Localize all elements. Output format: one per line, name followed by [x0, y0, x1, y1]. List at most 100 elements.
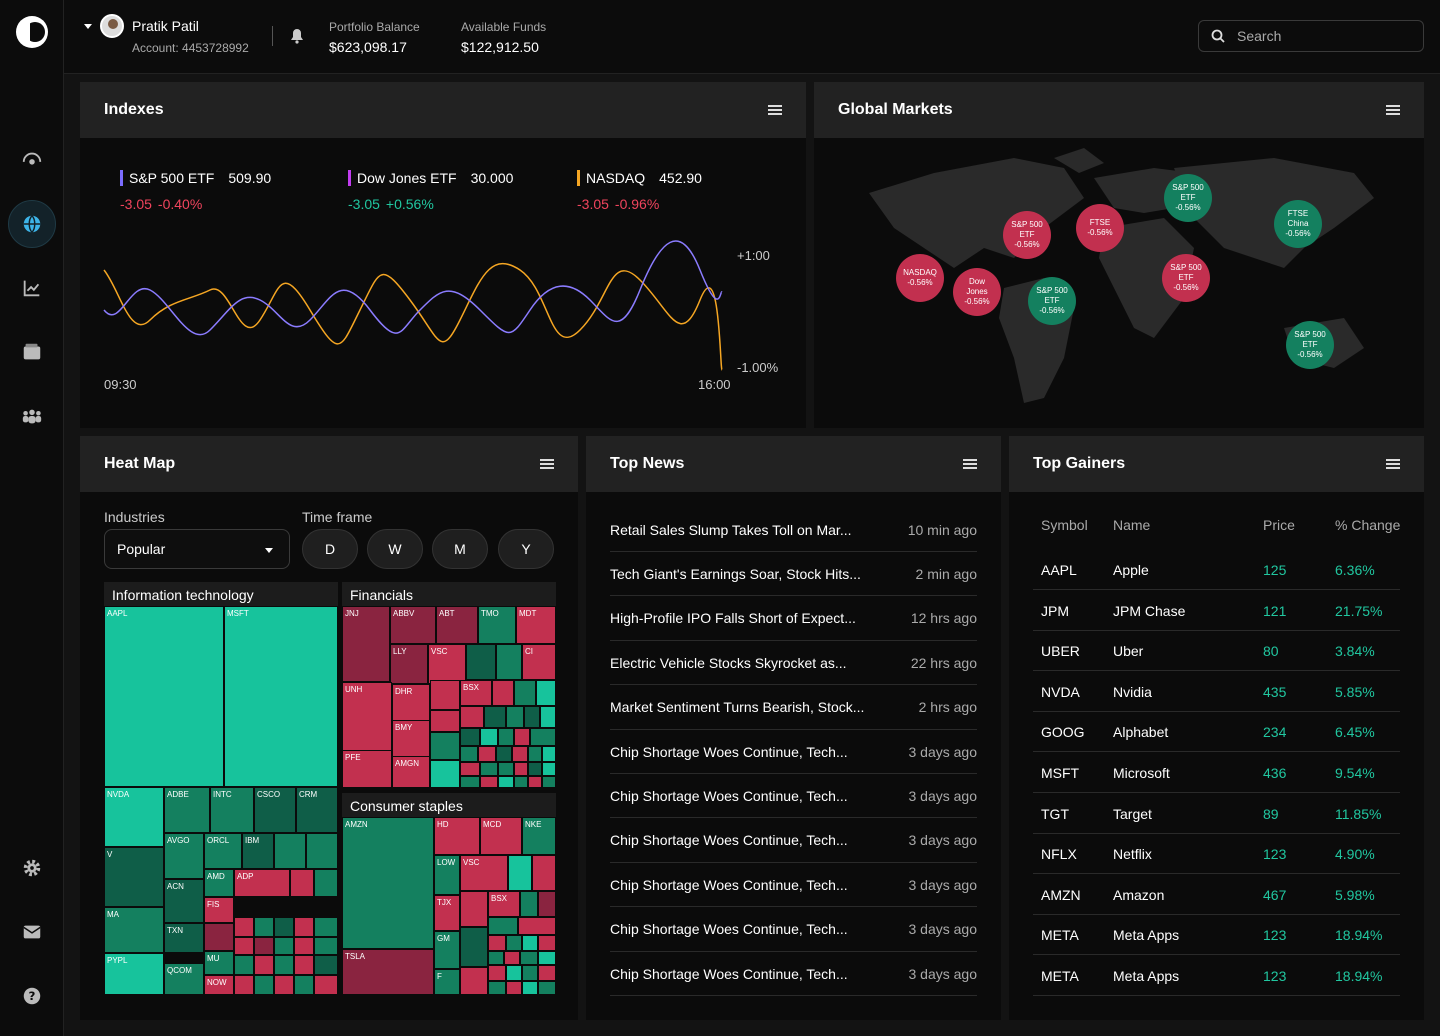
- heatmap-tile[interactable]: [460, 706, 484, 728]
- heatmap-tile[interactable]: [538, 891, 556, 917]
- index-item[interactable]: Dow Jones ETF 30.000 -3.05 +0.56%: [348, 170, 513, 212]
- bell-icon[interactable]: [290, 28, 304, 49]
- menu-icon[interactable]: [963, 459, 977, 469]
- heatmap-tile[interactable]: LLY: [390, 644, 428, 684]
- heatmap-tile[interactable]: GM: [434, 931, 460, 969]
- heatmap-tile[interactable]: [430, 760, 460, 788]
- heatmap-tile[interactable]: [506, 935, 522, 951]
- heatmap-tile[interactable]: CRM: [296, 787, 338, 833]
- heatmap-tile[interactable]: [430, 710, 460, 732]
- heatmap-tile[interactable]: [314, 955, 338, 975]
- heatmap-tile[interactable]: [314, 869, 338, 897]
- table-row[interactable]: META Meta Apps 123 18.94%: [1033, 956, 1400, 996]
- market-marker[interactable]: NASDAQ -0.56%: [896, 254, 944, 302]
- heatmap-tile[interactable]: [512, 746, 528, 762]
- heatmap-tile[interactable]: [538, 935, 556, 951]
- news-headline[interactable]: Chip Shortage Woes Continue, Tech...: [610, 788, 848, 804]
- heatmap-tile[interactable]: TXN: [164, 923, 204, 953]
- heatmap-tile[interactable]: [430, 680, 460, 710]
- heatmap-tile[interactable]: [496, 644, 522, 680]
- heatmap-tile[interactable]: CI: [522, 644, 556, 680]
- table-row[interactable]: MSFT Microsoft 436 9.54%: [1033, 753, 1400, 793]
- heatmap-tile[interactable]: INTC: [210, 787, 254, 833]
- heatmap-tile[interactable]: [480, 728, 498, 746]
- heatmap-tile[interactable]: [528, 776, 542, 788]
- heatmap-tile[interactable]: NOW: [204, 975, 234, 995]
- heatmap-tile[interactable]: [234, 975, 254, 995]
- heatmap-tile[interactable]: AVGO: [164, 833, 204, 879]
- heatmap-tile[interactable]: [254, 917, 274, 937]
- heatmap-tile[interactable]: AMZN: [342, 817, 434, 949]
- heatmap-tile[interactable]: [480, 762, 498, 776]
- heatmap-tile[interactable]: [480, 776, 498, 788]
- heatmap-tile[interactable]: [538, 981, 556, 995]
- timeframe-y[interactable]: Y: [498, 529, 554, 569]
- heatmap-tile[interactable]: [524, 706, 540, 728]
- heatmap-tile[interactable]: ADBE: [164, 787, 210, 833]
- market-marker[interactable]: S&P 500 ETF -0.56%: [1162, 254, 1210, 302]
- heatmap-tile[interactable]: TMO: [478, 606, 516, 644]
- heatmap-tile[interactable]: [532, 855, 556, 891]
- news-item[interactable]: Market Sentiment Turns Bearish, Stock...…: [610, 686, 977, 730]
- heatmap-tile[interactable]: [274, 955, 294, 975]
- news-item[interactable]: Chip Shortage Woes Continue, Tech... 3 da…: [610, 774, 977, 819]
- heatmap-tile[interactable]: MU: [204, 951, 234, 975]
- heatmap-tile[interactable]: [274, 975, 294, 995]
- heatmap-tile[interactable]: PFE: [342, 750, 392, 788]
- heatmap-tile[interactable]: VSC: [428, 644, 466, 684]
- heatmap-tile[interactable]: [254, 975, 274, 995]
- menu-icon[interactable]: [768, 105, 782, 115]
- news-item[interactable]: Tech Giant's Earnings Soar, Stock Hits..…: [610, 552, 977, 597]
- chart-icon[interactable]: [8, 264, 56, 312]
- heatmap-tile[interactable]: [460, 927, 488, 967]
- heatmap-tile[interactable]: BMY: [392, 720, 430, 758]
- heatmap-tile[interactable]: [488, 917, 518, 935]
- heatmap-tile[interactable]: [430, 732, 460, 760]
- market-marker[interactable]: FTSE China -0.56%: [1274, 200, 1322, 248]
- heatmap-tile[interactable]: [492, 680, 514, 706]
- heatmap-tile[interactable]: [314, 917, 338, 937]
- heatmap-tile[interactable]: [460, 746, 478, 762]
- heatmap-tile[interactable]: CSCO: [254, 787, 296, 833]
- heatmap-tile[interactable]: [518, 917, 556, 935]
- index-item[interactable]: S&P 500 ETF 509.90 -3.05 -0.40%: [120, 170, 271, 212]
- table-row[interactable]: TGT Target 89 11.85%: [1033, 794, 1400, 834]
- heatmap-tile[interactable]: [514, 776, 528, 788]
- menu-icon[interactable]: [540, 459, 554, 469]
- wallet-icon[interactable]: [8, 328, 56, 376]
- heatmap-tile[interactable]: MA: [104, 907, 164, 953]
- heatmap-tile[interactable]: [294, 937, 314, 955]
- heatmap-tile[interactable]: JNJ: [342, 606, 390, 682]
- heatmap-tile[interactable]: QCOM: [164, 963, 204, 995]
- table-row[interactable]: META Meta Apps 123 18.94%: [1033, 915, 1400, 956]
- globe-icon[interactable]: [8, 200, 56, 248]
- news-headline[interactable]: Retail Sales Slump Takes Toll on Mar...: [610, 522, 852, 538]
- people-icon[interactable]: [8, 392, 56, 440]
- heatmap-tile[interactable]: [520, 891, 538, 917]
- heatmap-tile[interactable]: [306, 833, 338, 869]
- heatmap-tile[interactable]: [294, 975, 314, 995]
- heatmap-tile[interactable]: [540, 706, 556, 728]
- heatmap-tile[interactable]: [294, 917, 314, 937]
- heatmap-tile[interactable]: HD: [434, 817, 480, 855]
- timeframe-w[interactable]: W: [367, 529, 423, 569]
- heatmap-tile[interactable]: [528, 762, 542, 776]
- heatmap-tile[interactable]: ABT: [436, 606, 478, 644]
- avatar[interactable]: [100, 14, 124, 38]
- heatmap-tile[interactable]: [498, 762, 514, 776]
- help-icon[interactable]: ?: [8, 972, 56, 1020]
- heatmap-tile[interactable]: [234, 955, 254, 975]
- heatmap-tile[interactable]: [314, 975, 338, 995]
- mail-icon[interactable]: [8, 908, 56, 956]
- heatmap-tile[interactable]: ADP: [234, 869, 290, 897]
- heatmap-tile[interactable]: PYPL: [104, 953, 164, 995]
- heatmap-tile[interactable]: [530, 728, 556, 746]
- heatmap-tile[interactable]: BSX: [460, 680, 492, 706]
- market-marker[interactable]: S&P 500 ETF -0.56%: [1286, 321, 1334, 369]
- news-headline[interactable]: Chip Shortage Woes Continue, Tech...: [610, 832, 848, 848]
- table-row[interactable]: NVDA Nvidia 435 5.85%: [1033, 672, 1400, 712]
- industry-select[interactable]: Popular: [104, 529, 290, 569]
- market-marker[interactable]: FTSE -0.56%: [1076, 204, 1124, 252]
- heatmap-tile[interactable]: [478, 746, 496, 762]
- news-item[interactable]: Chip Shortage Woes Continue, Tech... 3 da…: [610, 952, 977, 996]
